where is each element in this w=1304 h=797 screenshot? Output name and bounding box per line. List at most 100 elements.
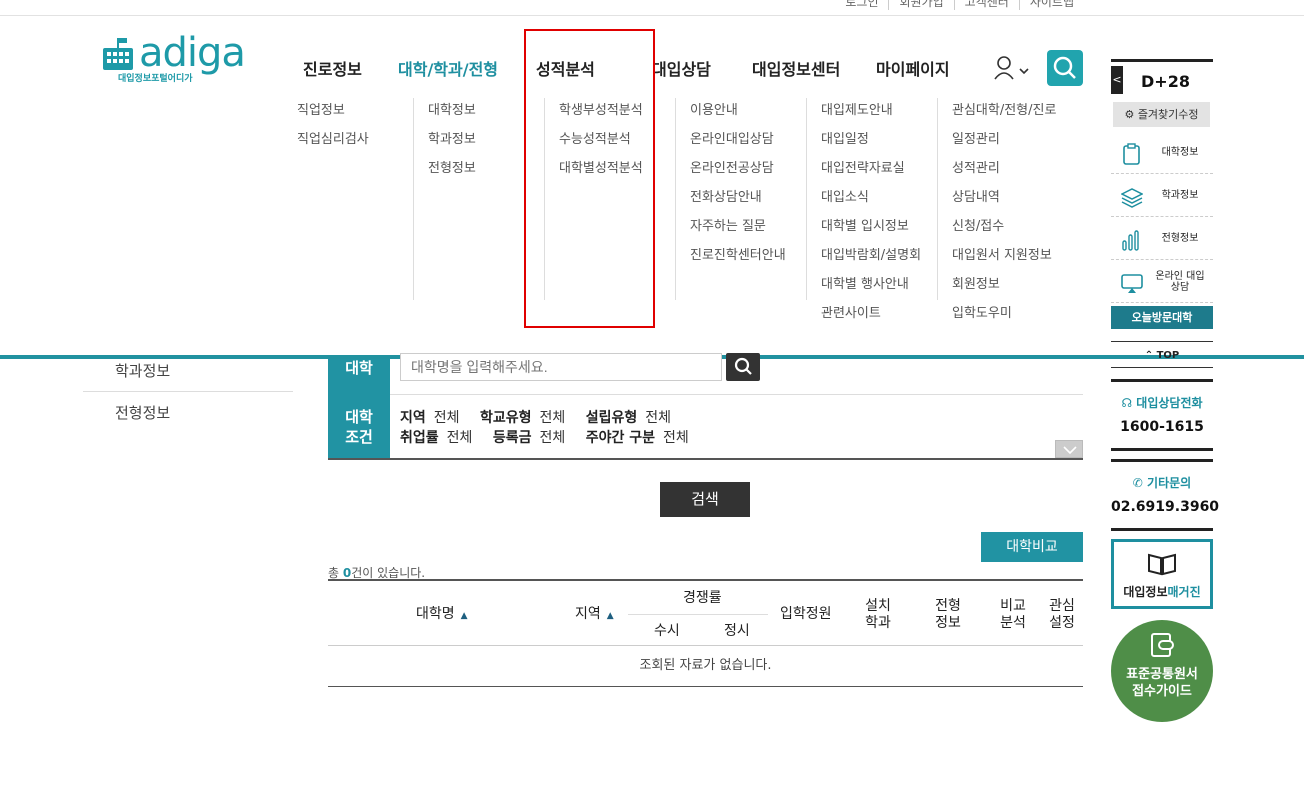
univ-label: 대학 xyxy=(328,359,390,394)
submenu-item[interactable]: 전화상담안내 xyxy=(690,183,786,212)
submenu-item[interactable]: 상담내역 xyxy=(952,183,1056,212)
header-search-button[interactable] xyxy=(1047,50,1083,86)
prev-arrow-icon[interactable]: < xyxy=(1111,66,1123,94)
column-divider xyxy=(675,98,676,300)
gear-icon: ⚙ xyxy=(1124,108,1135,121)
submenu-item[interactable]: 관심대학/전형/진로 xyxy=(952,96,1056,125)
submenu-item[interactable]: 전형정보 xyxy=(428,154,476,183)
sort-univ-name[interactable]: 대학명 ▲ xyxy=(416,606,468,625)
sort-up-icon: ▲ xyxy=(606,611,614,621)
submenu-item[interactable]: 성적관리 xyxy=(952,154,1056,183)
col-favorite: 관심 설정 xyxy=(1049,598,1075,631)
submenu-item[interactable]: 학과정보 xyxy=(428,125,476,154)
cond-key: 주야간 구분 xyxy=(585,430,655,446)
phone-icon: ✆ xyxy=(1132,476,1143,490)
utility-links: 로그인 회원가입 고객센터 사이트맵 xyxy=(835,0,1084,10)
adiga-logo[interactable]: adiga 대입정보포털어디가 xyxy=(101,30,256,86)
sort-region[interactable]: 지역 ▲ xyxy=(575,606,614,625)
nav-consulting[interactable]: 대입상담 xyxy=(652,56,711,80)
clipboard-icon xyxy=(1123,143,1140,165)
submenu-item[interactable]: 대입일정 xyxy=(821,125,921,154)
customer-center-link[interactable]: 고객센터 xyxy=(953,0,1019,10)
quick-dept-info[interactable]: 학과정보 xyxy=(1111,174,1213,217)
sitemap-link[interactable]: 사이트맵 xyxy=(1018,0,1084,10)
col-quota: 입학정원 xyxy=(780,606,832,622)
submenu-item[interactable]: 직업심리검사 xyxy=(297,125,369,154)
submenu-item[interactable]: 대입제도안내 xyxy=(821,96,921,125)
nav-mypage[interactable]: 마이페이지 xyxy=(876,56,950,80)
submenu-item[interactable]: 대학정보 xyxy=(428,96,476,125)
today-visited-univ[interactable]: 오늘방문대학 xyxy=(1111,306,1213,329)
user-icon xyxy=(994,56,1029,80)
submenu-item[interactable]: 대학별 행사안내 xyxy=(821,270,921,299)
left-nav-admission[interactable]: 전형정보 xyxy=(83,402,293,423)
submenu-item[interactable]: 관련사이트 xyxy=(821,299,921,328)
join-link[interactable]: 회원가입 xyxy=(888,0,953,10)
quick-label: 학과정보 xyxy=(1161,190,1199,201)
cond-key: 지역 xyxy=(400,410,426,426)
col-region: 지역 xyxy=(575,606,601,622)
top-label: TOP xyxy=(1156,350,1180,361)
left-nav-dept[interactable]: 학과정보 xyxy=(83,360,293,392)
expand-conditions-button[interactable] xyxy=(1055,440,1083,458)
submenu-item[interactable]: 일정관리 xyxy=(952,125,1056,154)
nav-univ-dept-admission[interactable]: 대학/학과/전형 xyxy=(398,56,498,80)
edit-favorites-button[interactable]: ⚙ 즐겨찾기수정 xyxy=(1113,102,1210,127)
cond-key: 취업률 xyxy=(400,430,439,446)
cond-value[interactable]: 전체 xyxy=(540,410,566,426)
submenu-item[interactable]: 자주하는 질문 xyxy=(690,212,786,241)
magazine-label-a: 대입정보 xyxy=(1123,585,1168,599)
column-divider xyxy=(806,98,807,300)
cond-value[interactable]: 전체 xyxy=(540,430,566,446)
application-guide-label: 표준공통원서 접수가이드 xyxy=(1126,667,1198,699)
etc-inquiry-number[interactable]: 02.6919.3960 xyxy=(1111,499,1219,515)
quick-admission-info[interactable]: 전형정보 xyxy=(1111,217,1213,260)
application-guide-button[interactable]: 표준공통원서 접수가이드 xyxy=(1111,620,1213,722)
submenu-item[interactable]: 대입박람회/설명회 xyxy=(821,241,921,270)
search-submit-button[interactable]: 검색 xyxy=(660,482,750,517)
col-univ-name: 대학명 xyxy=(416,606,455,622)
condition-row: 취업률 전체 등록금 전체 주야간 구분 전체 xyxy=(400,427,705,447)
univ-search-button[interactable] xyxy=(726,353,760,381)
panel-divider xyxy=(390,394,1083,395)
etc-inquiry-label: ✆ 기타문의 xyxy=(1111,474,1213,491)
submenu-item[interactable]: 진로진학센터안내 xyxy=(690,241,786,270)
submenu-item[interactable]: 입학도우미 xyxy=(952,299,1056,328)
compare-univ-button[interactable]: 대학비교 xyxy=(981,532,1083,562)
cond-value[interactable]: 전체 xyxy=(434,410,460,426)
search-panel: 대학 대학 조건 지역전체 학교유형전체 설립유형전체 취업률전체 등록금전체 … xyxy=(328,353,1083,460)
magazine-link[interactable]: 대입정보매거진 xyxy=(1111,539,1213,609)
submenu-item[interactable]: 이용안내 xyxy=(690,96,786,125)
top-button[interactable]: ⌃ TOP xyxy=(1111,341,1213,368)
submenu-item[interactable]: 온라인전공상담 xyxy=(690,154,786,183)
submenu-item[interactable]: 대학별 입시정보 xyxy=(821,212,921,241)
nav-info-center[interactable]: 대입정보센터 xyxy=(752,56,840,80)
quick-online-consulting[interactable]: 온라인 대입상담 xyxy=(1111,260,1213,303)
header-subdivider xyxy=(628,614,768,615)
cond-value[interactable]: 전체 xyxy=(663,430,689,446)
condition-label: 대학 조건 xyxy=(328,394,390,458)
cond-value[interactable]: 전체 xyxy=(447,430,473,446)
call-label-text: 대입상담전화 xyxy=(1136,396,1203,410)
submenu-item[interactable]: 온라인대입상담 xyxy=(690,125,786,154)
submenu-item[interactable]: 대입전략자료실 xyxy=(821,154,921,183)
user-menu-button[interactable] xyxy=(994,55,1034,81)
consult-call-number[interactable]: 1600-1615 xyxy=(1111,419,1213,435)
count-number: 0 xyxy=(342,566,352,580)
login-link[interactable]: 로그인 xyxy=(835,0,888,10)
submenu-item[interactable]: 대입원서 지원정보 xyxy=(952,241,1056,270)
submenu-item[interactable]: 직업정보 xyxy=(297,96,369,125)
search-icon xyxy=(1053,56,1076,79)
cond-value[interactable]: 전체 xyxy=(645,410,671,426)
cond-key: 설립유형 xyxy=(585,410,638,426)
univ-name-input[interactable] xyxy=(400,353,722,381)
quick-univ-info[interactable]: 대학정보 xyxy=(1111,131,1213,174)
submenu-item[interactable]: 회원정보 xyxy=(952,270,1056,299)
nav-career[interactable]: 진로정보 xyxy=(303,56,362,80)
submenu-item[interactable]: 신청/접수 xyxy=(952,212,1056,241)
submenu-mypage: 관심대학/전형/진로 일정관리 성적관리 상담내역 신청/접수 대입원서 지원정… xyxy=(952,96,1056,328)
col-susi: 수시 xyxy=(654,623,680,639)
submenu-item[interactable]: 대입소식 xyxy=(821,183,921,212)
column-divider xyxy=(413,98,414,300)
search-icon xyxy=(734,357,752,375)
